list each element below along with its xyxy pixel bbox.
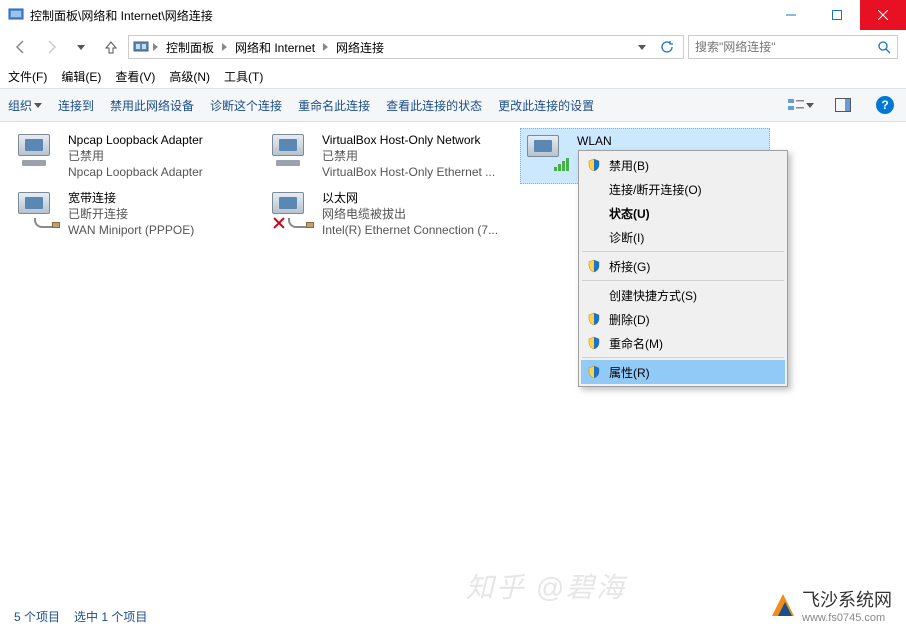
chevron-right-icon bbox=[323, 43, 328, 51]
refresh-button[interactable] bbox=[655, 35, 679, 59]
adapter-name: WLAN bbox=[577, 133, 669, 149]
adapter-labels: Npcap Loopback Adapter已禁用Npcap Loopback … bbox=[68, 132, 203, 180]
search-box[interactable] bbox=[688, 35, 898, 59]
context-menu-label: 重命名(M) bbox=[609, 335, 663, 352]
adapter-name: VirtualBox Host-Only Network bbox=[322, 132, 495, 148]
menu-tools[interactable]: 工具(T) bbox=[224, 68, 263, 85]
context-menu-item[interactable]: 诊断(I) bbox=[581, 225, 785, 249]
adapter-name: 宽带连接 bbox=[68, 190, 194, 206]
adapter-item[interactable]: Npcap Loopback Adapter已禁用Npcap Loopback … bbox=[12, 128, 262, 184]
cmd-rename[interactable]: 重命名此连接 bbox=[298, 97, 370, 114]
chevron-right-icon bbox=[222, 43, 227, 51]
context-menu-label: 禁用(B) bbox=[609, 157, 649, 174]
breadcrumb-item[interactable]: 网络和 Internet bbox=[231, 39, 319, 56]
adapter-item[interactable]: 以太网网络电缆被拔出Intel(R) Ethernet Connection (… bbox=[266, 186, 516, 242]
context-menu-label: 属性(R) bbox=[609, 364, 650, 381]
menu-view[interactable]: 查看(V) bbox=[115, 68, 155, 85]
context-menu-item[interactable]: 删除(D) bbox=[581, 307, 785, 331]
menu-file[interactable]: 文件(F) bbox=[8, 68, 47, 85]
status-item-count: 5 个项目 bbox=[14, 608, 60, 625]
context-menu-label: 状态(U) bbox=[609, 205, 650, 222]
adapter-labels: VirtualBox Host-Only Network已禁用VirtualBo… bbox=[322, 132, 495, 180]
status-selection-count: 选中 1 个项目 bbox=[74, 608, 147, 625]
cmd-view-status[interactable]: 查看此连接的状态 bbox=[386, 97, 482, 114]
window-title: 控制面板\网络和 Internet\网络连接 bbox=[30, 7, 768, 24]
breadcrumb-item[interactable]: 网络连接 bbox=[332, 39, 388, 56]
network-adapter-icon bbox=[270, 190, 314, 230]
cmd-disable-device[interactable]: 禁用此网络设备 bbox=[110, 97, 194, 114]
menu-advanced[interactable]: 高级(N) bbox=[169, 68, 210, 85]
maximize-button[interactable] bbox=[814, 0, 860, 30]
network-adapter-icon bbox=[16, 190, 60, 230]
shield-icon bbox=[587, 312, 601, 326]
adapter-status: 网络电缆被拔出 bbox=[322, 206, 498, 222]
adapter-labels: 以太网网络电缆被拔出Intel(R) Ethernet Connection (… bbox=[322, 190, 498, 238]
adapter-item[interactable]: VirtualBox Host-Only Network已禁用VirtualBo… bbox=[266, 128, 516, 184]
breadcrumb-item[interactable]: 控制面板 bbox=[162, 39, 218, 56]
adapter-item[interactable]: 宽带连接已断开连接WAN Miniport (PPPOE) bbox=[12, 186, 262, 242]
cmd-change-settings[interactable]: 更改此连接的设置 bbox=[498, 97, 594, 114]
shield-icon bbox=[587, 259, 601, 273]
network-adapter-icon bbox=[270, 132, 314, 172]
title-bar: 控制面板\网络和 Internet\网络连接 bbox=[0, 0, 906, 30]
nav-forward-button[interactable] bbox=[38, 34, 64, 60]
adapter-desc: VirtualBox Host-Only Ethernet ... bbox=[322, 164, 495, 180]
help-button[interactable]: ? bbox=[872, 92, 898, 118]
context-menu-item[interactable]: 禁用(B) bbox=[581, 153, 785, 177]
context-menu-item[interactable]: 连接/断开连接(O) bbox=[581, 177, 785, 201]
chevron-right-icon bbox=[153, 43, 158, 51]
preview-pane-button[interactable] bbox=[830, 92, 856, 118]
network-adapter-icon bbox=[16, 132, 60, 172]
context-menu-item[interactable]: 重命名(M) bbox=[581, 331, 785, 355]
window-controls bbox=[768, 0, 906, 30]
shield-icon bbox=[587, 158, 601, 172]
context-menu-label: 连接/断开连接(O) bbox=[609, 181, 702, 198]
context-menu-item[interactable]: 状态(U) bbox=[581, 201, 785, 225]
context-menu-label: 诊断(I) bbox=[609, 229, 644, 246]
nav-back-button[interactable] bbox=[8, 34, 34, 60]
minimize-button[interactable] bbox=[768, 0, 814, 30]
adapter-name: 以太网 bbox=[322, 190, 498, 206]
shield-icon bbox=[587, 365, 601, 379]
address-box[interactable]: 控制面板 网络和 Internet 网络连接 bbox=[128, 35, 684, 59]
cmd-diagnose[interactable]: 诊断这个连接 bbox=[210, 97, 282, 114]
location-icon bbox=[133, 39, 149, 55]
network-adapter-icon bbox=[525, 133, 569, 173]
address-bar-row: 控制面板 网络和 Internet 网络连接 bbox=[0, 30, 906, 64]
adapter-status: 已禁用 bbox=[322, 148, 495, 164]
app-icon bbox=[8, 7, 24, 23]
context-menu-label: 删除(D) bbox=[609, 311, 650, 328]
adapter-desc: Npcap Loopback Adapter bbox=[68, 164, 203, 180]
search-input[interactable] bbox=[695, 40, 877, 54]
nav-up-button[interactable] bbox=[98, 34, 124, 60]
cmd-organize[interactable]: 组织 bbox=[8, 97, 42, 114]
menu-edit[interactable]: 编辑(E) bbox=[61, 68, 101, 85]
menu-bar: 文件(F) 编辑(E) 查看(V) 高级(N) 工具(T) bbox=[0, 64, 906, 88]
address-dropdown-button[interactable] bbox=[633, 36, 651, 58]
adapter-desc: WAN Miniport (PPPOE) bbox=[68, 222, 194, 238]
context-menu: 禁用(B) 连接/断开连接(O) 状态(U) 诊断(I) 桥接(G) 创建快捷方式(S) 删… bbox=[578, 150, 788, 387]
adapter-name: Npcap Loopback Adapter bbox=[68, 132, 203, 148]
shield-icon bbox=[587, 336, 601, 350]
adapter-labels: 宽带连接已断开连接WAN Miniport (PPPOE) bbox=[68, 190, 194, 238]
context-menu-label: 创建快捷方式(S) bbox=[609, 287, 697, 304]
adapter-desc: Intel(R) Ethernet Connection (7... bbox=[322, 222, 498, 238]
context-menu-item[interactable]: 桥接(G) bbox=[581, 254, 785, 278]
adapter-status: 已断开连接 bbox=[68, 206, 194, 222]
search-icon[interactable] bbox=[877, 40, 891, 54]
cmd-connect-to[interactable]: 连接到 bbox=[58, 97, 94, 114]
close-button[interactable] bbox=[860, 0, 906, 30]
view-options-button[interactable] bbox=[788, 92, 814, 118]
context-menu-item[interactable]: 创建快捷方式(S) bbox=[581, 283, 785, 307]
status-bar: 5 个项目 选中 1 个项目 bbox=[0, 602, 906, 630]
command-bar: 组织 连接到 禁用此网络设备 诊断这个连接 重命名此连接 查看此连接的状态 更改… bbox=[0, 88, 906, 122]
nav-recent-button[interactable] bbox=[68, 34, 94, 60]
adapter-status: 已禁用 bbox=[68, 148, 203, 164]
context-menu-item[interactable]: 属性(R) bbox=[581, 360, 785, 384]
context-menu-label: 桥接(G) bbox=[609, 258, 650, 275]
